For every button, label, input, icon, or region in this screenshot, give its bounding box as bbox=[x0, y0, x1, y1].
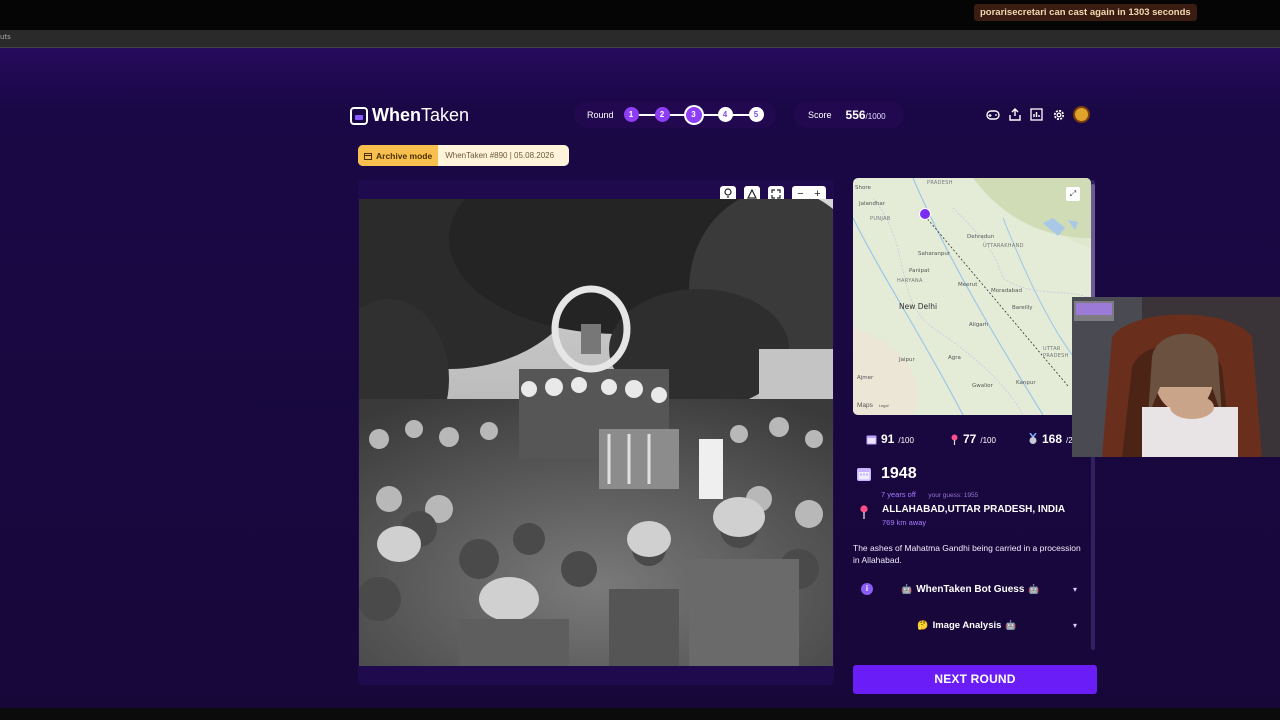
robot-icon: 🤖 bbox=[901, 583, 913, 594]
thinking-icon: 🤔 bbox=[917, 619, 929, 630]
webcam-overlay bbox=[1072, 297, 1280, 457]
map-label-shore: Shore bbox=[855, 185, 871, 191]
score-display: Score 556 /1000 bbox=[794, 101, 904, 128]
photo-description: The ashes of Mahatma Gandhi being carrie… bbox=[853, 543, 1081, 565]
years-off: 7 years off bbox=[881, 490, 916, 499]
map-label-jalandhar: Jalandhar bbox=[859, 201, 885, 207]
historical-photo[interactable] bbox=[359, 199, 833, 666]
robot-icon: 🤖 bbox=[1028, 583, 1040, 594]
camera-logo-icon bbox=[350, 106, 368, 125]
location-score-value: 77 bbox=[963, 432, 977, 446]
year-score-value: 91 bbox=[881, 432, 895, 446]
round-step-4: 4 bbox=[717, 107, 733, 122]
map-label-meerut: Meerut bbox=[958, 282, 978, 288]
archive-mode-label: Archive mode bbox=[376, 150, 433, 161]
map-attribution: Maps bbox=[857, 402, 873, 409]
archive-tag: Archive mode bbox=[358, 145, 439, 166]
share-icon[interactable] bbox=[1007, 107, 1022, 122]
robot-icon: 🤖 bbox=[1005, 619, 1017, 630]
map-label-dehradun: Dehradun bbox=[967, 234, 995, 240]
bot-guess-label: WhenTaken Bot Guess bbox=[916, 583, 1025, 595]
map-fullscreen-icon[interactable]: ⤢ bbox=[1066, 187, 1080, 201]
cooldown-banner: porarisecretari can cast again in 1303 s… bbox=[974, 4, 1197, 21]
map-label-haryana: HARYANA bbox=[897, 278, 923, 284]
round-step-2: 2 bbox=[654, 107, 670, 122]
round-label: Round bbox=[587, 109, 614, 120]
score-value: 556 bbox=[845, 107, 866, 122]
avatar-icon[interactable] bbox=[1073, 106, 1090, 123]
info-icon: i bbox=[861, 583, 873, 595]
next-round-button[interactable]: NEXT ROUND bbox=[853, 665, 1097, 694]
map-label-panipat: Panipat bbox=[909, 268, 930, 274]
calendar-icon bbox=[857, 468, 871, 481]
location-score-max: /100 bbox=[980, 436, 996, 445]
logo-text-light: Taken bbox=[421, 105, 470, 125]
answer-year-row: 1948 7 years off your guess: 1955 bbox=[856, 465, 978, 502]
map-label-uttarakhand: UTTARAKHAND bbox=[983, 243, 1024, 249]
score-label: Score bbox=[808, 109, 832, 120]
your-guess: your guess: 1955 bbox=[928, 492, 979, 499]
map-label-jaipur: Jaipur bbox=[899, 357, 915, 363]
stats-icon[interactable] bbox=[1029, 107, 1044, 122]
round-progress: Round 1 2 3 4 5 bbox=[574, 101, 776, 128]
map-label-agra: Agra bbox=[948, 355, 961, 361]
settings-icon[interactable] bbox=[1051, 107, 1066, 122]
map-label-aligarh: Aligarh bbox=[969, 322, 989, 328]
logo[interactable]: WhenTaken bbox=[350, 105, 469, 126]
total-score: 168/2 bbox=[1028, 432, 1073, 446]
browser-tab-bar: uts bbox=[0, 30, 1280, 48]
bot-guess-accordion[interactable]: i 🤖 WhenTaken Bot Guess 🤖 ▾ bbox=[853, 576, 1089, 602]
archive-mode-banner: Archive mode WhenTaken #890 | 05.08.2026 bbox=[358, 145, 569, 166]
map-legal-link[interactable]: Legal bbox=[879, 403, 889, 408]
browser-tab-fragment[interactable]: uts bbox=[0, 33, 11, 41]
calendar-icon bbox=[866, 435, 877, 444]
map-label-saharanpur: Saharanpur bbox=[918, 251, 951, 257]
map-label-pradesh: PRADESH bbox=[927, 180, 953, 186]
total-score-value: 168 bbox=[1042, 432, 1063, 446]
guess-pin-icon[interactable] bbox=[919, 208, 931, 220]
chevron-down-icon: ▾ bbox=[1072, 584, 1077, 594]
image-analysis-label: Image Analysis bbox=[932, 619, 1002, 631]
round-step-5: 5 bbox=[748, 107, 764, 122]
distance-away: 769 km away bbox=[882, 518, 927, 527]
map-label-ajmer: Ajmer bbox=[857, 375, 874, 381]
map-label-moradabad: Moradabad bbox=[991, 288, 1022, 294]
header-icons bbox=[985, 106, 1090, 123]
pin-icon bbox=[860, 505, 868, 519]
map-label-new-delhi: New Delhi bbox=[899, 302, 938, 311]
chevron-down-icon: ▾ bbox=[1072, 620, 1077, 630]
logo-text-bold: When bbox=[372, 105, 421, 125]
round-step-1: 1 bbox=[623, 107, 639, 122]
result-map[interactable]: PRADESH Jalandhar PUNJAB Dehradun UTTARA… bbox=[853, 178, 1091, 415]
year-score-max: /100 bbox=[898, 436, 914, 445]
pin-icon bbox=[951, 434, 958, 445]
medal-icon bbox=[1029, 433, 1037, 444]
map-label-punjab: PUNJAB bbox=[870, 216, 891, 222]
map-label-kanpur: Kanpur bbox=[1016, 380, 1036, 386]
answer-year: 1948 bbox=[881, 465, 917, 482]
stream-bottom-strip bbox=[0, 708, 1280, 720]
map-label-bareilly: Bareilly bbox=[1012, 305, 1033, 311]
answer-location: ALLAHABAD,UTTAR PRADESH, INDIA bbox=[882, 504, 1066, 515]
calendar-icon bbox=[364, 152, 372, 160]
archive-game-info: WhenTaken #890 | 05.08.2026 bbox=[445, 151, 555, 160]
score-max: /1000 bbox=[865, 111, 886, 121]
gamepad-icon[interactable] bbox=[985, 107, 1000, 122]
round-step-3: 3 bbox=[685, 106, 702, 123]
image-analysis-accordion[interactable]: 🤔 Image Analysis 🤖 ▾ bbox=[853, 612, 1089, 638]
answer-location-row: ALLAHABAD,UTTAR PRADESH, INDIA 769 km aw… bbox=[859, 504, 1065, 527]
map-label-gwalior: Gwalior bbox=[972, 383, 993, 389]
year-score: 91/100 bbox=[866, 432, 914, 446]
location-score: 77/100 bbox=[950, 432, 996, 446]
round-steps: 1 2 3 4 5 bbox=[623, 106, 764, 123]
